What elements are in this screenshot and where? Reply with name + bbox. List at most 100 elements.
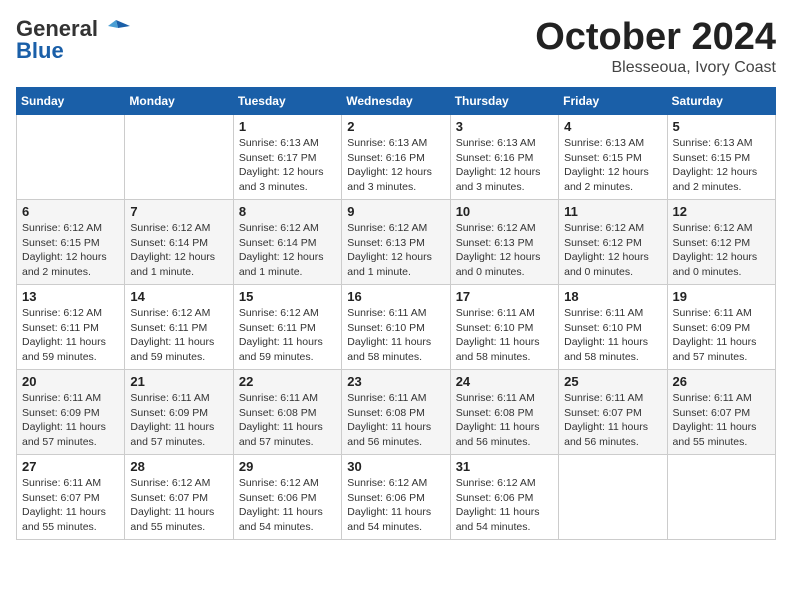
day-info: Sunrise: 6:13 AMSunset: 6:15 PMDaylight:… xyxy=(673,136,770,195)
day-number: 23 xyxy=(347,374,444,389)
logo-bird-icon xyxy=(98,18,130,40)
calendar-week-row: 13 Sunrise: 6:12 AMSunset: 6:11 PMDayligh… xyxy=(17,285,776,370)
day-info: Sunrise: 6:12 AMSunset: 6:06 PMDaylight:… xyxy=(456,476,553,535)
day-number: 14 xyxy=(130,289,227,304)
calendar-cell: 26 Sunrise: 6:11 AMSunset: 6:07 PMDayligh… xyxy=(667,370,775,455)
calendar-table: SundayMondayTuesdayWednesdayThursdayFrid… xyxy=(16,87,776,540)
day-number: 18 xyxy=(564,289,661,304)
calendar-cell: 10 Sunrise: 6:12 AMSunset: 6:13 PMDayligh… xyxy=(450,200,558,285)
weekday-header: Friday xyxy=(559,88,667,115)
calendar-cell: 25 Sunrise: 6:11 AMSunset: 6:07 PMDayligh… xyxy=(559,370,667,455)
day-info: Sunrise: 6:12 AMSunset: 6:07 PMDaylight:… xyxy=(130,476,227,535)
page-header: General Blue October 2024 Blesseoua, Ivo… xyxy=(16,16,776,77)
day-info: Sunrise: 6:12 AMSunset: 6:14 PMDaylight:… xyxy=(239,221,336,280)
day-number: 16 xyxy=(347,289,444,304)
calendar-cell: 15 Sunrise: 6:12 AMSunset: 6:11 PMDayligh… xyxy=(233,285,341,370)
weekday-header: Monday xyxy=(125,88,233,115)
day-info: Sunrise: 6:12 AMSunset: 6:06 PMDaylight:… xyxy=(239,476,336,535)
calendar-cell: 27Sunrise: 6:11 AMSunset: 6:07 PMDayligh… xyxy=(17,455,125,540)
day-number: 30 xyxy=(347,459,444,474)
day-info: Sunrise: 6:11 AMSunset: 6:10 PMDaylight:… xyxy=(456,306,553,365)
calendar-cell: 19Sunrise: 6:11 AMSunset: 6:09 PMDayligh… xyxy=(667,285,775,370)
logo-blue: Blue xyxy=(16,38,64,64)
day-info: Sunrise: 6:11 AMSunset: 6:08 PMDaylight:… xyxy=(456,391,553,450)
calendar-week-row: 27Sunrise: 6:11 AMSunset: 6:07 PMDayligh… xyxy=(17,455,776,540)
day-info: Sunrise: 6:12 AMSunset: 6:13 PMDaylight:… xyxy=(456,221,553,280)
day-number: 8 xyxy=(239,204,336,219)
calendar-cell xyxy=(17,115,125,200)
day-number: 27 xyxy=(22,459,119,474)
weekday-header: Saturday xyxy=(667,88,775,115)
calendar-cell: 17Sunrise: 6:11 AMSunset: 6:10 PMDayligh… xyxy=(450,285,558,370)
day-number: 11 xyxy=(564,204,661,219)
day-info: Sunrise: 6:12 AMSunset: 6:12 PMDaylight:… xyxy=(564,221,661,280)
day-number: 6 xyxy=(22,204,119,219)
calendar-cell: 3Sunrise: 6:13 AMSunset: 6:16 PMDaylight… xyxy=(450,115,558,200)
day-info: Sunrise: 6:12 AMSunset: 6:11 PMDaylight:… xyxy=(239,306,336,365)
day-number: 26 xyxy=(673,374,770,389)
calendar-cell: 16Sunrise: 6:11 AMSunset: 6:10 PMDayligh… xyxy=(342,285,450,370)
day-info: Sunrise: 6:13 AMSunset: 6:16 PMDaylight:… xyxy=(347,136,444,195)
calendar-cell: 11 Sunrise: 6:12 AMSunset: 6:12 PMDayligh… xyxy=(559,200,667,285)
day-number: 7 xyxy=(130,204,227,219)
day-info: Sunrise: 6:11 AMSunset: 6:09 PMDaylight:… xyxy=(673,306,770,365)
month-title: October 2024 xyxy=(535,16,776,59)
calendar-cell xyxy=(125,115,233,200)
day-number: 24 xyxy=(456,374,553,389)
day-number: 25 xyxy=(564,374,661,389)
weekday-header: Tuesday xyxy=(233,88,341,115)
day-number: 28 xyxy=(130,459,227,474)
day-info: Sunrise: 6:12 AMSunset: 6:15 PMDaylight:… xyxy=(22,221,119,280)
location-subtitle: Blesseoua, Ivory Coast xyxy=(535,59,776,77)
day-info: Sunrise: 6:11 AMSunset: 6:10 PMDaylight:… xyxy=(564,306,661,365)
day-number: 12 xyxy=(673,204,770,219)
calendar-cell: 4Sunrise: 6:13 AMSunset: 6:15 PMDaylight… xyxy=(559,115,667,200)
day-number: 13 xyxy=(22,289,119,304)
day-info: Sunrise: 6:12 AMSunset: 6:12 PMDaylight:… xyxy=(673,221,770,280)
calendar-cell: 8 Sunrise: 6:12 AMSunset: 6:14 PMDaylight… xyxy=(233,200,341,285)
weekday-header: Thursday xyxy=(450,88,558,115)
weekday-header: Wednesday xyxy=(342,88,450,115)
calendar-header-row: SundayMondayTuesdayWednesdayThursdayFrid… xyxy=(17,88,776,115)
day-info: Sunrise: 6:12 AMSunset: 6:11 PMDaylight:… xyxy=(130,306,227,365)
logo: General Blue xyxy=(16,16,130,64)
day-number: 29 xyxy=(239,459,336,474)
day-info: Sunrise: 6:11 AMSunset: 6:08 PMDaylight:… xyxy=(239,391,336,450)
weekday-header: Sunday xyxy=(17,88,125,115)
calendar-cell: 7 Sunrise: 6:12 AMSunset: 6:14 PMDaylight… xyxy=(125,200,233,285)
calendar-cell: 14 Sunrise: 6:12 AMSunset: 6:11 PMDayligh… xyxy=(125,285,233,370)
calendar-cell: 5 Sunrise: 6:13 AMSunset: 6:15 PMDaylight… xyxy=(667,115,775,200)
calendar-cell: 29 Sunrise: 6:12 AMSunset: 6:06 PMDayligh… xyxy=(233,455,341,540)
day-number: 22 xyxy=(239,374,336,389)
day-info: Sunrise: 6:13 AMSunset: 6:16 PMDaylight:… xyxy=(456,136,553,195)
calendar-cell xyxy=(667,455,775,540)
day-info: Sunrise: 6:11 AMSunset: 6:08 PMDaylight:… xyxy=(347,391,444,450)
calendar-cell: 31 Sunrise: 6:12 AMSunset: 6:06 PMDayligh… xyxy=(450,455,558,540)
day-info: Sunrise: 6:11 AMSunset: 6:07 PMDaylight:… xyxy=(673,391,770,450)
calendar-week-row: 1Sunrise: 6:13 AMSunset: 6:17 PMDaylight… xyxy=(17,115,776,200)
calendar-cell: 20Sunrise: 6:11 AMSunset: 6:09 PMDayligh… xyxy=(17,370,125,455)
day-info: Sunrise: 6:12 AMSunset: 6:13 PMDaylight:… xyxy=(347,221,444,280)
calendar-cell: 24 Sunrise: 6:11 AMSunset: 6:08 PMDayligh… xyxy=(450,370,558,455)
calendar-cell: 1Sunrise: 6:13 AMSunset: 6:17 PMDaylight… xyxy=(233,115,341,200)
calendar-cell: 23 Sunrise: 6:11 AMSunset: 6:08 PMDayligh… xyxy=(342,370,450,455)
day-number: 9 xyxy=(347,204,444,219)
calendar-cell: 13Sunrise: 6:12 AMSunset: 6:11 PMDayligh… xyxy=(17,285,125,370)
title-section: October 2024 Blesseoua, Ivory Coast xyxy=(535,16,776,77)
calendar-week-row: 6 Sunrise: 6:12 AMSunset: 6:15 PMDaylight… xyxy=(17,200,776,285)
calendar-cell: 30Sunrise: 6:12 AMSunset: 6:06 PMDayligh… xyxy=(342,455,450,540)
calendar-cell: 28 Sunrise: 6:12 AMSunset: 6:07 PMDayligh… xyxy=(125,455,233,540)
day-number: 10 xyxy=(456,204,553,219)
calendar-cell: 9 Sunrise: 6:12 AMSunset: 6:13 PMDaylight… xyxy=(342,200,450,285)
day-info: Sunrise: 6:12 AMSunset: 6:14 PMDaylight:… xyxy=(130,221,227,280)
day-info: Sunrise: 6:11 AMSunset: 6:07 PMDaylight:… xyxy=(564,391,661,450)
day-info: Sunrise: 6:11 AMSunset: 6:09 PMDaylight:… xyxy=(22,391,119,450)
day-number: 5 xyxy=(673,119,770,134)
day-number: 21 xyxy=(130,374,227,389)
day-number: 31 xyxy=(456,459,553,474)
day-number: 15 xyxy=(239,289,336,304)
calendar-cell: 2 Sunrise: 6:13 AMSunset: 6:16 PMDaylight… xyxy=(342,115,450,200)
calendar-cell: 12 Sunrise: 6:12 AMSunset: 6:12 PMDayligh… xyxy=(667,200,775,285)
calendar-week-row: 20Sunrise: 6:11 AMSunset: 6:09 PMDayligh… xyxy=(17,370,776,455)
day-number: 2 xyxy=(347,119,444,134)
